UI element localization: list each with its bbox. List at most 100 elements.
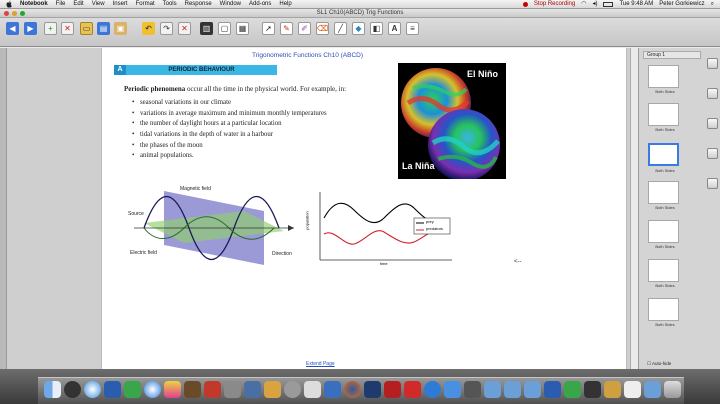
properties-tab-icon[interactable] xyxy=(707,148,718,159)
page-thumbnail[interactable] xyxy=(648,259,679,282)
thumbnail-label: Both Sides xyxy=(655,244,675,249)
eraser-icon[interactable]: ⌫ xyxy=(316,22,329,35)
fill-tool-icon[interactable]: ◧ xyxy=(370,22,383,35)
page-sorter-icon[interactable] xyxy=(707,58,718,69)
user-name[interactable]: Peter Gorkiewicz xyxy=(659,0,704,9)
folder-icon[interactable] xyxy=(604,381,621,398)
remote-icon[interactable] xyxy=(584,381,601,398)
shapes-tool-icon[interactable]: ◆ xyxy=(352,22,365,35)
page-thumbnail[interactable] xyxy=(648,298,679,321)
full-screen-icon[interactable]: ▢ xyxy=(218,22,231,35)
wifi-icon[interactable]: ◠ xyxy=(581,0,586,9)
menu-tools[interactable]: Tools xyxy=(159,0,181,9)
downloads-icon[interactable] xyxy=(644,381,661,398)
properties-icon[interactable]: ≡ xyxy=(406,22,419,35)
apple-menu-icon[interactable] xyxy=(6,0,13,8)
itunes-icon[interactable] xyxy=(144,381,161,398)
folder-icon[interactable] xyxy=(524,381,541,398)
photo-icon[interactable] xyxy=(164,381,181,398)
electromagnetic-wave-diagram[interactable]: Magnetic field Source Electric field Dir… xyxy=(124,181,300,265)
battery-icon[interactable] xyxy=(603,2,614,7)
page-thumbnail-selected[interactable] xyxy=(648,143,679,166)
document-icon[interactable] xyxy=(624,381,641,398)
capture-icon[interactable] xyxy=(304,381,321,398)
network-icon[interactable] xyxy=(244,381,261,398)
page-thumbnail[interactable] xyxy=(648,103,679,126)
select-tool-icon[interactable]: ➚ xyxy=(262,22,275,35)
menu-format[interactable]: Format xyxy=(132,0,159,9)
save-icon[interactable]: ▤ xyxy=(97,22,110,35)
electric-field-label: Electric field xyxy=(130,250,157,256)
notebook-page[interactable]: Trigonometric Functions Ch10 (ABCD) A PE… xyxy=(101,48,627,369)
menu-file[interactable]: File xyxy=(52,0,70,9)
menu-view[interactable]: View xyxy=(88,0,109,9)
pdf-icon[interactable] xyxy=(404,381,421,398)
blue-app-icon[interactable] xyxy=(424,381,441,398)
acrobat-icon[interactable] xyxy=(384,381,401,398)
vertical-scrollbar[interactable] xyxy=(630,48,638,369)
menu-help[interactable]: Help xyxy=(275,0,295,9)
menu-edit[interactable]: Edit xyxy=(69,0,87,9)
keynote-icon[interactable] xyxy=(324,381,341,398)
page-thumbnail[interactable] xyxy=(648,65,679,88)
spotlight-icon[interactable]: ⌕ xyxy=(711,0,714,9)
add-page-icon[interactable]: + xyxy=(44,22,57,35)
notebook-icon[interactable] xyxy=(564,381,581,398)
text-tool-icon[interactable]: A xyxy=(388,22,401,35)
attachments-icon[interactable] xyxy=(707,118,718,129)
screen-shade-icon[interactable]: ▥ xyxy=(200,22,213,35)
line-tool-icon[interactable]: ╱ xyxy=(334,22,347,35)
word-icon[interactable] xyxy=(104,381,121,398)
folder-icon[interactable] xyxy=(504,381,521,398)
photoshop-icon[interactable] xyxy=(364,381,381,398)
menu-response[interactable]: Response xyxy=(181,0,216,9)
dock xyxy=(0,369,720,404)
open-file-icon[interactable]: ▭ xyxy=(80,22,93,35)
page-thumbnail[interactable] xyxy=(648,220,679,243)
paste-icon[interactable]: ▣ xyxy=(114,22,127,35)
stop-recording-item[interactable]: Stop Recording xyxy=(534,0,575,9)
creative-pen-icon[interactable]: ✐ xyxy=(298,22,311,35)
group-dropdown[interactable]: Group 1 xyxy=(643,51,701,59)
safari-icon[interactable] xyxy=(84,381,101,398)
photo-booth-icon[interactable] xyxy=(204,381,221,398)
delete-icon[interactable]: ✕ xyxy=(178,22,191,35)
system-prefs-icon[interactable] xyxy=(284,381,301,398)
page-thumbnail[interactable] xyxy=(648,181,679,204)
undo-icon[interactable]: ↶ xyxy=(142,22,155,35)
smart-notebook-icon[interactable] xyxy=(124,381,141,398)
word-icon[interactable] xyxy=(544,381,561,398)
itunes-store-icon[interactable] xyxy=(444,381,461,398)
table-icon[interactable]: ▦ xyxy=(236,22,249,35)
forward-icon[interactable]: ▶ xyxy=(24,22,37,35)
trash-icon[interactable] xyxy=(664,381,681,398)
dashboard-icon[interactable] xyxy=(64,381,81,398)
menu-addons[interactable]: Add-ons xyxy=(245,0,275,9)
add-ons-icon[interactable] xyxy=(707,178,718,189)
preview-icon[interactable] xyxy=(264,381,281,398)
zoom-window-button[interactable] xyxy=(20,11,25,16)
auto-hide-checkbox[interactable]: ☐ Auto-hide xyxy=(647,361,671,367)
redo-icon[interactable]: ↷ xyxy=(160,22,173,35)
minimize-window-button[interactable] xyxy=(12,11,17,16)
extend-page-link[interactable]: Extend Page xyxy=(306,361,335,367)
pen-tool-icon[interactable]: ✎ xyxy=(280,22,293,35)
clock[interactable]: Tue 9:48 AM xyxy=(619,0,653,9)
finder-icon[interactable] xyxy=(44,381,61,398)
menu-status-area: Stop Recording ◠ ◂) Tue 9:48 AM Peter Go… xyxy=(522,0,714,9)
back-icon[interactable]: ◀ xyxy=(6,22,19,35)
menu-window[interactable]: Window xyxy=(216,0,245,9)
garageband-icon[interactable] xyxy=(184,381,201,398)
el-nino-la-nina-image[interactable]: El Niño La Niña xyxy=(398,63,506,179)
firefox-icon[interactable] xyxy=(344,381,361,398)
folder-icon[interactable] xyxy=(484,381,501,398)
gallery-icon[interactable] xyxy=(707,88,718,99)
menu-insert[interactable]: Insert xyxy=(109,0,132,9)
image-capture-icon[interactable] xyxy=(464,381,481,398)
volume-icon[interactable]: ◂) xyxy=(592,0,597,9)
menu-app-name[interactable]: Notebook xyxy=(16,0,52,9)
close-window-button[interactable] xyxy=(4,11,9,16)
predator-prey-graph[interactable]: population time prey predators xyxy=(305,188,454,270)
delete-page-icon[interactable]: ✕ xyxy=(61,22,74,35)
utilities-icon[interactable] xyxy=(224,381,241,398)
